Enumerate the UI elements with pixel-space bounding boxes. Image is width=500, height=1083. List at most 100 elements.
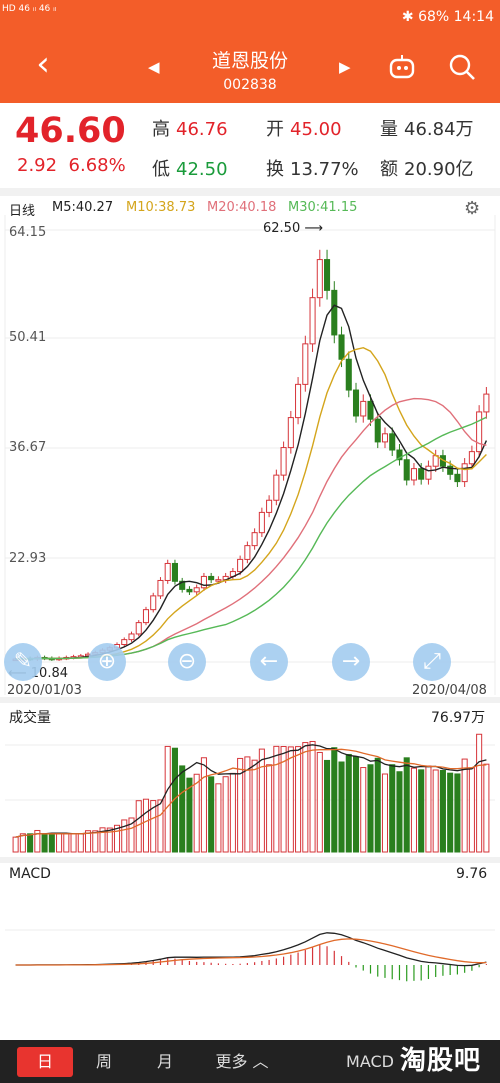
macd-line — [15, 938, 487, 966]
volume-bar — [476, 733, 483, 853]
candle-up — [309, 297, 316, 345]
candle-up — [483, 393, 490, 413]
volume-bar — [215, 783, 222, 853]
volume-bar — [208, 776, 215, 853]
volume-bar — [63, 833, 70, 853]
volume-bar — [27, 833, 34, 853]
candle-down — [208, 575, 215, 581]
volume-bar — [461, 758, 468, 853]
candle-up — [302, 343, 309, 385]
volume-bar — [483, 763, 490, 853]
volume-bar — [425, 765, 432, 853]
candle-up — [266, 499, 273, 513]
volume-title: 成交量 — [9, 710, 51, 726]
fullscreen-button[interactable]: ⤢ — [413, 643, 451, 681]
volume-bar — [77, 833, 84, 853]
candle-up — [258, 511, 265, 534]
candle-up — [295, 383, 302, 419]
volume-bar — [345, 753, 352, 853]
volume-bar — [273, 745, 280, 853]
volume-bar — [403, 757, 410, 853]
volume-bar — [432, 769, 439, 853]
volume-bar — [222, 776, 229, 853]
watermark: 淘股吧 — [400, 1046, 482, 1076]
candle-down — [389, 433, 396, 451]
volume-bar — [251, 759, 258, 853]
ma5-line — [15, 304, 488, 660]
candle-down — [352, 389, 360, 417]
candle-up — [193, 587, 200, 593]
candle-up — [237, 558, 244, 573]
volume-bar — [338, 761, 345, 853]
volume-bar — [309, 740, 316, 853]
candle-up — [381, 433, 389, 443]
candle-down — [367, 400, 374, 420]
volume-bar — [258, 748, 265, 853]
max-price-marker: 62.50 ⟶ — [263, 221, 323, 236]
volume-bar — [396, 771, 403, 853]
tab-week[interactable]: 周 — [82, 1040, 126, 1083]
volume-bar — [92, 830, 99, 853]
y-label-3: 36.67 — [9, 440, 47, 455]
candle-up — [273, 474, 280, 501]
candle-down — [171, 562, 178, 582]
candle-down — [403, 459, 410, 481]
macd-max: 9.76 — [456, 866, 488, 882]
kline-chart[interactable] — [0, 0, 500, 1040]
tab-more[interactable]: 更多 ︿ — [202, 1040, 282, 1083]
candle-up — [157, 579, 164, 597]
zoom-in-button[interactable]: ⊕ — [88, 643, 126, 681]
candle-up — [410, 468, 417, 481]
draw-tool-button[interactable]: ✎ — [4, 643, 42, 681]
volume-bar — [360, 767, 367, 853]
y-label-max: 64.15 — [9, 225, 47, 240]
volume-bar — [447, 772, 454, 853]
volume-bar — [295, 746, 302, 853]
ma30-line — [15, 416, 487, 660]
volume-max: 76.97万 — [431, 710, 486, 726]
candle-up — [476, 411, 483, 453]
date-start: 2020/01/03 — [7, 683, 82, 698]
candle-up — [150, 595, 157, 611]
volume-bar — [367, 764, 374, 853]
volume-bar — [316, 751, 323, 853]
volume-bar — [468, 767, 475, 853]
date-end: 2020/04/08 — [412, 683, 487, 698]
volume-bar — [142, 798, 150, 853]
volume-bar — [266, 764, 273, 853]
volume-bar — [287, 746, 294, 853]
y-label-4: 22.93 — [9, 551, 47, 566]
volume-bar — [229, 772, 236, 853]
macd-title: MACD — [9, 866, 51, 882]
pan-left-button[interactable]: ← — [250, 643, 288, 681]
volume-bar — [352, 756, 360, 853]
candle-up — [215, 579, 222, 582]
candle-down — [454, 473, 461, 483]
tab-month[interactable]: 月 — [143, 1040, 187, 1083]
volume-bar — [324, 759, 331, 853]
candle-up — [121, 639, 128, 645]
candle-up — [128, 633, 135, 641]
candle-down — [324, 259, 331, 291]
candle-down — [338, 334, 345, 360]
candle-up — [360, 400, 367, 417]
volume-bar — [410, 767, 417, 853]
candle-down — [186, 588, 193, 593]
volume-bar — [439, 769, 446, 853]
volume-bar — [381, 773, 389, 853]
pan-right-button[interactable]: → — [332, 643, 370, 681]
candle-up — [287, 417, 294, 449]
volume-bar — [12, 836, 19, 853]
candle-up — [251, 532, 258, 547]
candle-down — [374, 418, 381, 443]
candle-down — [418, 468, 425, 480]
volume-bar — [200, 757, 207, 853]
candle-up — [316, 259, 323, 299]
candle-up — [461, 463, 468, 483]
volume-bar — [418, 769, 425, 853]
tab-indicator[interactable]: MACD — [330, 1040, 410, 1083]
zoom-out-button[interactable]: ⊖ — [168, 643, 206, 681]
tab-day[interactable]: 日 — [17, 1047, 73, 1077]
candle-up — [425, 465, 432, 480]
volume-bar — [389, 764, 396, 853]
